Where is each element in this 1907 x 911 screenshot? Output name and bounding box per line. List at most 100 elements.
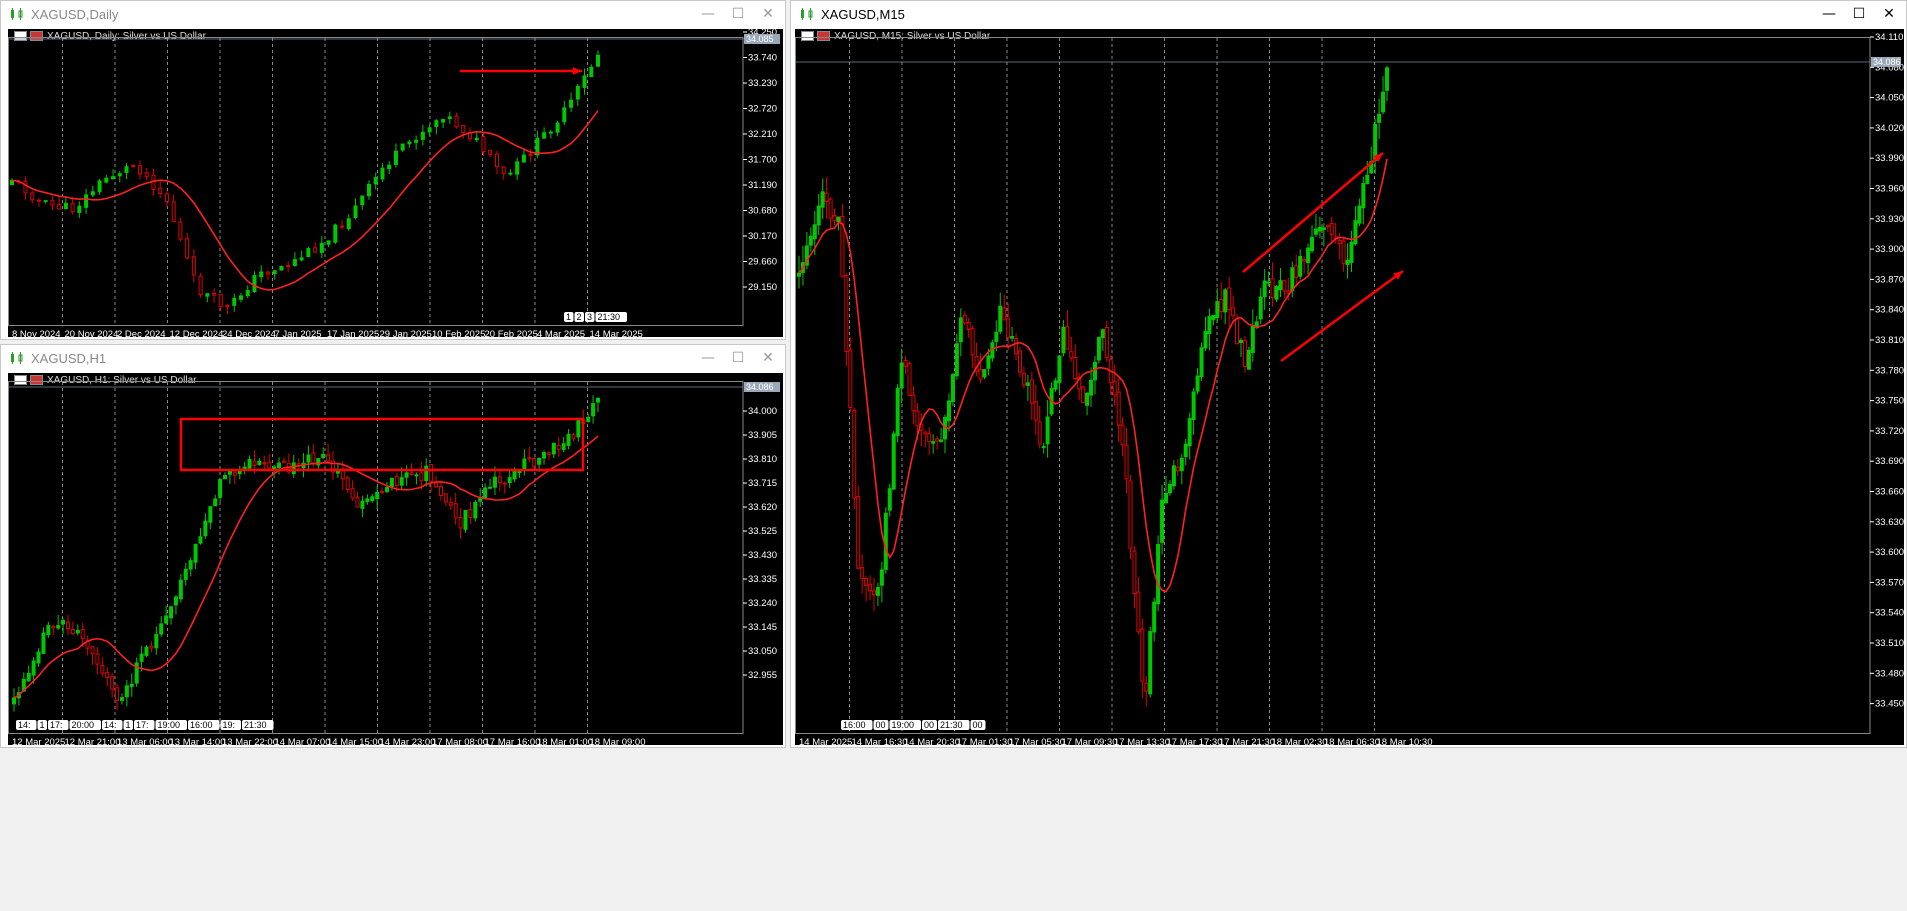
chart-canvas[interactable]: XAGUSD, Daily: Silver vs US Dollar 8 Nov… (8, 29, 785, 339)
candle-body (394, 475, 399, 486)
candle-body (589, 66, 594, 78)
candle-body (1002, 307, 1007, 321)
minimize-icon[interactable]: — (693, 3, 723, 25)
maximize-icon[interactable]: ☐ (1844, 3, 1874, 25)
candle-body (982, 369, 987, 378)
candle-body (447, 116, 452, 120)
candle-body (812, 224, 817, 240)
candle-body (561, 443, 566, 450)
time-axis-label: 17 Mar 13:30 (1114, 737, 1170, 747)
candle-body (1227, 287, 1232, 311)
candle-body (1266, 281, 1271, 284)
candle-body (1096, 336, 1101, 361)
candle-body (907, 363, 912, 396)
candle-body (291, 462, 296, 475)
candle-body (478, 498, 483, 502)
candle-body (532, 457, 537, 467)
price-chart[interactable]: 14 Mar 2025 14 Mar 16:3014 Mar 20:3017 Ma… (795, 29, 1906, 747)
candle-body (353, 205, 358, 219)
candle-body (340, 225, 345, 228)
candle-body (272, 466, 277, 470)
candle-body (512, 471, 517, 480)
moving-average-line (13, 435, 599, 699)
candle-body (198, 536, 203, 544)
time-marker-label: 00 (924, 720, 934, 730)
candle-body (438, 485, 443, 497)
candle-body (1298, 255, 1303, 277)
candle-body (1317, 226, 1322, 232)
maximize-icon[interactable]: ☐ (723, 3, 753, 25)
candle-body (137, 165, 142, 175)
candle-body (986, 355, 991, 369)
price-axis-label: 32.720 (748, 104, 777, 115)
time-axis-label: 7 Jan 2025 (275, 329, 322, 339)
candle-body (434, 482, 439, 488)
candle-body (90, 646, 95, 655)
close-icon[interactable]: ✕ (753, 347, 783, 369)
candle-body (824, 192, 829, 203)
time-marker-label: 19:00 (158, 720, 181, 730)
chart-canvas[interactable]: XAGUSD, M15: Silver vs US Dollar 14 Mar … (795, 29, 1906, 747)
candle-body (95, 653, 100, 665)
candle-body (1089, 379, 1094, 396)
candle-body (448, 501, 453, 506)
price-axis-label: 29.660 (748, 257, 777, 268)
candle-body (393, 150, 398, 165)
price-axis-label: 33.230 (748, 78, 777, 89)
time-axis-label: 17 Jan 2025 (327, 329, 379, 339)
chart-canvas[interactable]: XAGUSD, H1: Silver vs US Dollar 12 Mar 2… (8, 373, 785, 747)
price-axis-label: 31.700 (748, 155, 777, 166)
candle-body (1191, 391, 1196, 421)
candle-body (252, 275, 257, 292)
candle-body (507, 477, 512, 484)
chart-window-daily[interactable]: XAGUSD,Daily — ☐ ✕ XAGUSD, Daily: Silver… (0, 0, 786, 340)
window-titlebar[interactable]: XAGUSD,M15 — ☐ ✕ (791, 1, 1906, 27)
candle-body (306, 454, 311, 463)
window-titlebar[interactable]: XAGUSD,H1 — ☐ ✕ (1, 345, 785, 371)
time-marker-label: 21:30 (244, 720, 267, 730)
minimize-icon[interactable]: — (1814, 3, 1844, 25)
candle-body (247, 459, 252, 469)
candle-body (1250, 324, 1255, 353)
candle-body (1187, 418, 1192, 447)
chart-window-h1[interactable]: XAGUSD,H1 — ☐ ✕ XAGUSD, H1: Silver vs US… (0, 344, 786, 748)
candle-body (1345, 259, 1350, 265)
candle-body (360, 500, 365, 509)
price-axis-label: 33.905 (748, 430, 777, 441)
candle-body (1112, 380, 1117, 396)
candle-body (144, 172, 149, 178)
candle-body (474, 137, 479, 141)
candle-body (100, 664, 105, 674)
window-titlebar[interactable]: XAGUSD,Daily — ☐ ✕ (1, 1, 785, 27)
candle-body (521, 154, 526, 163)
candle-body (868, 583, 873, 592)
close-icon[interactable]: ✕ (753, 3, 783, 25)
price-axis-label: 33.810 (1875, 335, 1904, 346)
candle-body (576, 420, 581, 438)
candle-body (1104, 327, 1109, 358)
candle-body (899, 362, 904, 389)
candle-body (90, 191, 95, 196)
candle-body (808, 235, 813, 246)
candle-body (306, 248, 311, 257)
maximize-icon[interactable]: ☐ (723, 347, 753, 369)
time-marker-label: 14: (104, 720, 117, 730)
candle-body (1207, 316, 1212, 335)
price-chart[interactable]: 8 Nov 2024 20 Nov 20242 Dec 2024 12 Dec 20… (8, 29, 785, 339)
candle-body (852, 409, 857, 499)
close-icon[interactable]: ✕ (1874, 3, 1904, 25)
price-axis-label: 33.240 (748, 598, 777, 609)
candle-body (848, 349, 853, 409)
time-axis-label: 17 Mar 16:00 (485, 737, 541, 747)
candle-body (1219, 299, 1224, 313)
time-marker-label: 17: (136, 720, 149, 730)
candle-body (1349, 241, 1354, 263)
chart-window-m15[interactable]: XAGUSD,M15 — ☐ ✕ XAGUSD, M15: Silver vs … (790, 0, 1907, 748)
time-axis-label: 18 Mar 02:30 (1272, 737, 1328, 747)
price-chart[interactable]: 12 Mar 2025 12 Mar 21:0013 Mar 06:0013 Ma… (8, 373, 785, 747)
candle-body (333, 224, 338, 243)
time-axis-label: 13 Mar 22:00 (222, 737, 278, 747)
minimize-icon[interactable]: — (693, 347, 723, 369)
price-axis-label: 33.525 (748, 526, 777, 537)
candle-body (36, 199, 41, 202)
